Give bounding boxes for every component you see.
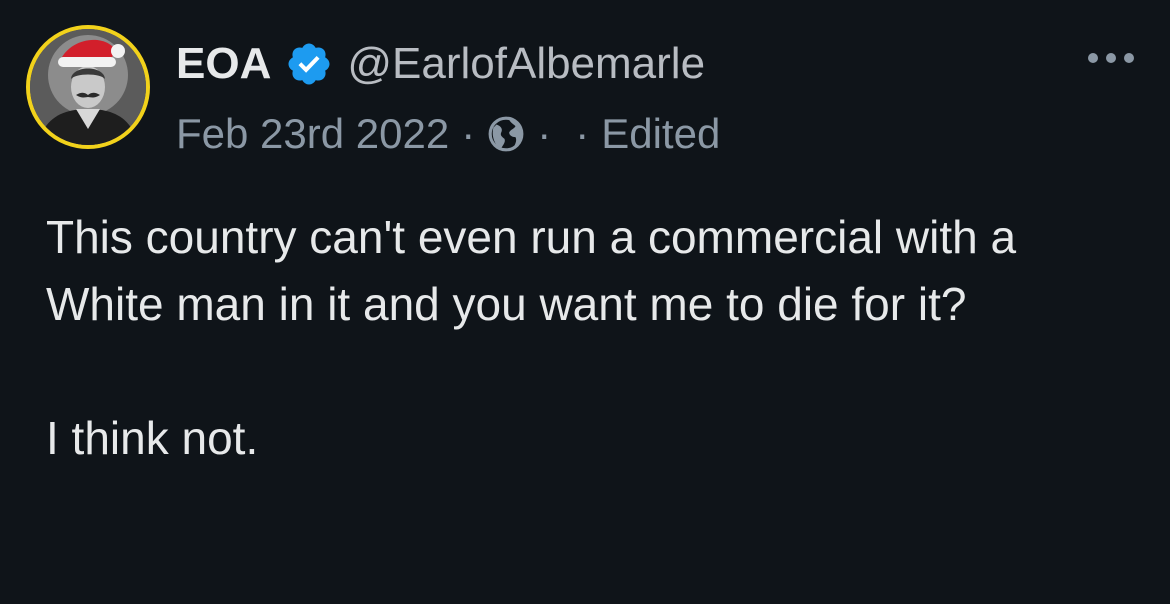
verified-badge-icon[interactable]	[285, 40, 333, 88]
tweet-paragraph: I think not.	[46, 412, 259, 464]
separator-dot: ·	[537, 110, 552, 157]
separator-dot: ·	[461, 110, 476, 157]
tweet-text: This country can't even run a commercial…	[46, 204, 1136, 472]
tweet-date[interactable]: Feb 23rd 2022	[176, 110, 449, 158]
more-dot	[1088, 53, 1098, 63]
more-dot	[1124, 53, 1134, 63]
edited-label[interactable]: Edited	[601, 110, 720, 158]
author-avatar[interactable]	[26, 25, 150, 149]
tweet: EOA @EarlofAlbemarle Feb 23rd 2022 · · ·…	[0, 0, 1170, 604]
tweet-paragraph: This country can't even run a commercial…	[46, 211, 1017, 330]
more-dot	[1106, 53, 1116, 63]
more-options-icon[interactable]	[1088, 50, 1134, 66]
separator-dot: ·	[575, 110, 590, 157]
tweet-meta-row: Feb 23rd 2022 · · · Edited	[176, 108, 720, 160]
globe-icon	[487, 115, 525, 153]
avatar-image	[30, 29, 146, 145]
author-display-name[interactable]: EOA	[176, 39, 271, 89]
author-handle[interactable]: @EarlofAlbemarle	[347, 39, 705, 89]
author-row: EOA @EarlofAlbemarle	[176, 36, 705, 92]
